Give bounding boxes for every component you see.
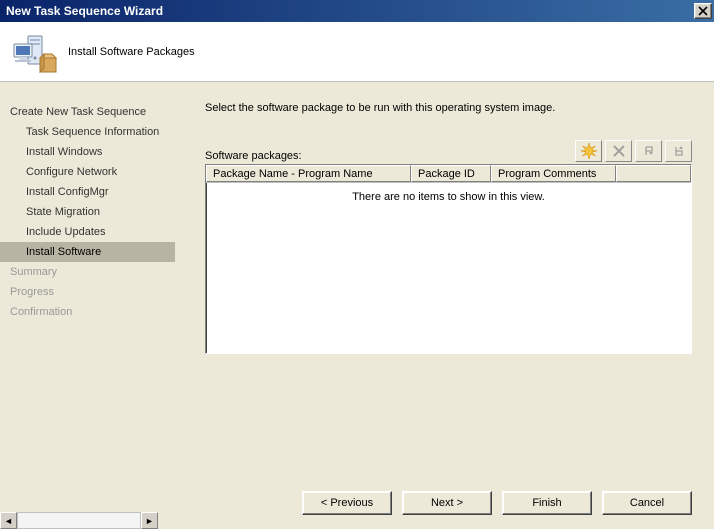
scroll-track[interactable] <box>17 512 141 529</box>
delete-package-button[interactable] <box>605 140 632 162</box>
wizard-header: Install Software Packages <box>0 22 714 82</box>
finish-button[interactable]: Finish <box>502 491 592 515</box>
packages-grid[interactable]: Package Name - Program Name Package ID P… <box>205 164 692 354</box>
computer-box-icon <box>10 28 58 76</box>
sidebar-item-install-software[interactable]: Install Software <box>0 242 175 262</box>
instruction-text: Select the software package to be run wi… <box>205 102 692 114</box>
sidebar-item-install-windows[interactable]: Install Windows <box>0 142 175 162</box>
sidebar-horizontal-scrollbar[interactable]: ◄ ► <box>0 512 158 529</box>
column-program-comments[interactable]: Program Comments <box>491 165 616 182</box>
move-down-button[interactable] <box>665 140 692 162</box>
package-toolbar <box>575 140 692 162</box>
sidebar-item-state-migration[interactable]: State Migration <box>0 202 175 222</box>
sidebar-item-include-updates[interactable]: Include Updates <box>0 222 175 242</box>
sidebar-item-configure-network[interactable]: Configure Network <box>0 162 175 182</box>
page-title: Install Software Packages <box>68 46 195 58</box>
window-title: New Task Sequence Wizard <box>6 4 163 18</box>
sidebar-summary[interactable]: Summary <box>0 262 175 282</box>
sidebar-confirmation[interactable]: Confirmation <box>0 302 175 322</box>
column-spacer <box>616 165 691 182</box>
empty-message: There are no items to show in this view. <box>206 183 691 203</box>
delete-x-icon <box>611 143 627 159</box>
move-down-icon <box>671 143 687 159</box>
sidebar-progress[interactable]: Progress <box>0 282 175 302</box>
sidebar-item-task-sequence-information[interactable]: Task Sequence Information <box>0 122 175 142</box>
close-icon <box>698 6 708 16</box>
starburst-icon <box>581 143 597 159</box>
wizard-sidebar: Create New Task Sequence Task Sequence I… <box>0 82 175 529</box>
wizard-content: Select the software package to be run wi… <box>175 82 714 529</box>
close-button[interactable] <box>694 3 712 19</box>
sidebar-item-install-configmgr[interactable]: Install ConfigMgr <box>0 182 175 202</box>
titlebar: New Task Sequence Wizard <box>0 0 714 22</box>
move-up-icon <box>641 143 657 159</box>
column-package-name[interactable]: Package Name - Program Name <box>206 165 411 182</box>
packages-label: Software packages: <box>205 150 302 162</box>
cancel-button[interactable]: Cancel <box>602 491 692 515</box>
add-package-button[interactable] <box>575 140 602 162</box>
move-up-button[interactable] <box>635 140 662 162</box>
wizard-buttons: < Previous Next > Finish Cancel <box>302 491 692 515</box>
sidebar-root[interactable]: Create New Task Sequence <box>0 102 175 122</box>
next-button[interactable]: Next > <box>402 491 492 515</box>
grid-header: Package Name - Program Name Package ID P… <box>206 165 691 183</box>
scroll-right-arrow-icon[interactable]: ► <box>141 512 158 529</box>
scroll-left-arrow-icon[interactable]: ◄ <box>0 512 17 529</box>
previous-button[interactable]: < Previous <box>302 491 392 515</box>
column-package-id[interactable]: Package ID <box>411 165 491 182</box>
